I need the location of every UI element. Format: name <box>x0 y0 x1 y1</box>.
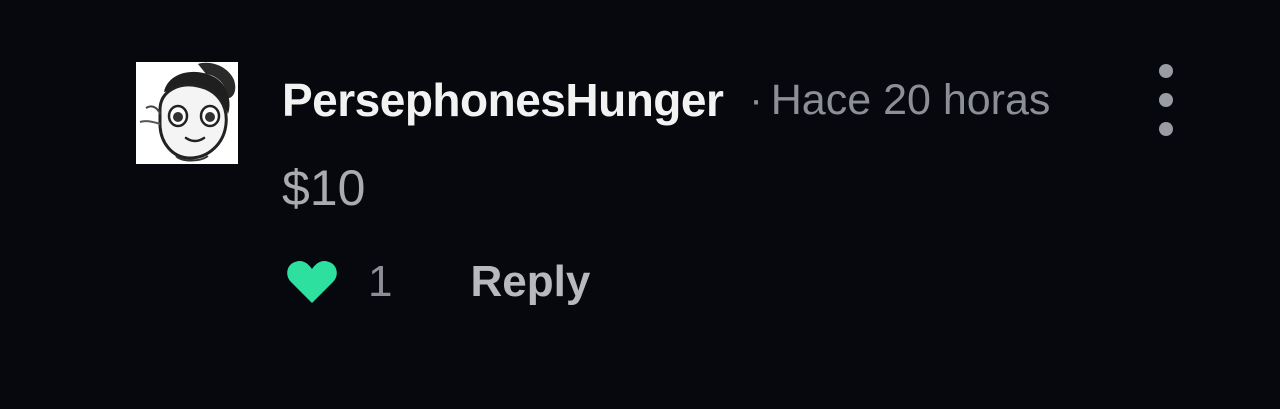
heart-icon <box>287 260 337 303</box>
timestamp: Hace 20 horas <box>770 75 1051 124</box>
reply-button[interactable]: Reply <box>470 257 590 307</box>
separator-dot: · <box>749 77 763 122</box>
comment: PersephonesHunger · Hace 20 horas $10 1 … <box>0 0 1280 409</box>
comment-header: PersephonesHunger · Hace 20 horas <box>282 72 1050 128</box>
avatar[interactable] <box>136 62 238 164</box>
avatar-drawing <box>136 62 238 164</box>
like-button[interactable]: 1 <box>286 257 392 307</box>
vertical-dots-icon <box>1159 93 1173 107</box>
comment-body: $10 <box>282 160 366 216</box>
comment-actions: 1 Reply <box>286 252 590 312</box>
more-options-button[interactable] <box>1152 64 1180 136</box>
vertical-dots-icon <box>1159 122 1173 136</box>
vertical-dots-icon <box>1159 64 1173 78</box>
like-count: 1 <box>368 257 393 306</box>
username[interactable]: PersephonesHunger <box>282 73 724 127</box>
